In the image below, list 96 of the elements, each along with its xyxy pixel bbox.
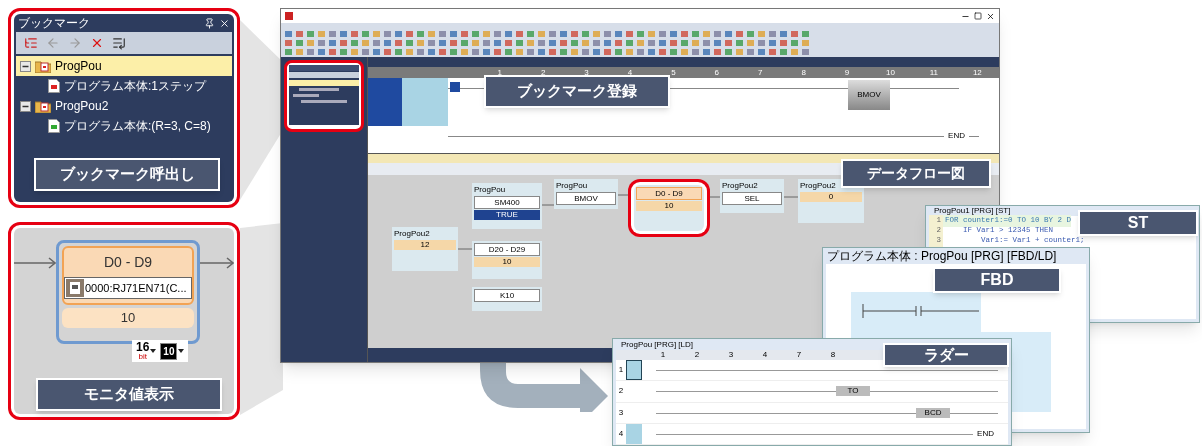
collapse-icon[interactable] [20, 100, 31, 112]
callout-label: ブックマーク登録 [484, 75, 670, 108]
node-title: D0 - D9 [103, 253, 153, 272]
bookmark-tree-drawing [289, 65, 359, 125]
ladder-cell [626, 360, 642, 381]
row-number: 3 [617, 406, 625, 419]
node-title: D0 - D9 [636, 187, 702, 200]
contact-icon [450, 82, 460, 92]
pin-icon[interactable] [204, 17, 215, 29]
window-title: ProgPou1 [PRG] [ST] [933, 206, 1012, 216]
column-header: 1 [659, 350, 667, 360]
close-icon[interactable] [219, 17, 230, 29]
column-header: 3 [727, 350, 735, 360]
collapse-icon[interactable] [20, 60, 31, 72]
row-number: 1 [617, 364, 625, 377]
dataflow-node[interactable]: ProgPou BMOV [554, 179, 618, 209]
row-number: 2 [617, 385, 625, 398]
node-group-label: ProgPou2 [800, 181, 837, 191]
connector-line [541, 204, 555, 206]
selected-cell [368, 78, 402, 126]
instruction-block: TO [836, 386, 870, 397]
window-title: プログラム本体 : ProgPou [PRG] [FBD/LD] [826, 248, 1058, 264]
callout-label: ブックマーク呼出し [34, 158, 220, 191]
node-group-label: ProgPou2 [394, 229, 431, 239]
row-number: 4 [617, 427, 625, 440]
callout-label: FBD [933, 267, 1061, 293]
column-header: 2 [693, 350, 701, 360]
dataflow-node[interactable]: ProgPou2 SEL [720, 179, 784, 213]
callout-label: ST [1078, 210, 1198, 236]
tree-item[interactable]: ProgPou2 [16, 96, 232, 116]
dataflow-node[interactable]: ProgPou2 0 [798, 179, 864, 223]
tree-icon[interactable] [24, 36, 38, 50]
close-icon[interactable] [986, 11, 995, 21]
panel-title: ブックマーク [18, 15, 91, 32]
column-header: 7 [795, 350, 803, 360]
node-value: 0 [800, 192, 862, 202]
node-title: SEL [722, 192, 782, 205]
column-header: 4 [626, 67, 634, 78]
dataflow-node[interactable]: D20 - D29 10 [472, 241, 542, 279]
row-header-cell [402, 78, 448, 126]
column-header: 1 [496, 67, 503, 78]
connector-line [457, 248, 473, 250]
dataflow-node[interactable]: ProgPou2 12 [392, 227, 458, 271]
maximize-icon[interactable] [974, 12, 982, 20]
column-header: 7 [757, 67, 764, 78]
node-title: K10 [474, 289, 540, 302]
node-value: 10 [636, 201, 702, 211]
node-group-label: ProgPou [474, 185, 507, 195]
node-title: D20 - D29 [474, 243, 540, 256]
column-header: 3 [583, 67, 590, 78]
column-header: 2 [539, 67, 547, 78]
dropdown-caret-icon [150, 349, 157, 353]
node-value: 12 [394, 240, 456, 250]
column-header: 4 [761, 350, 769, 360]
instruction-block: BMOV [848, 80, 890, 110]
instruction-block: BCD [916, 407, 950, 418]
column-header: 9 [843, 67, 851, 78]
column-header: 12 [971, 67, 983, 78]
node-title: SM400 [474, 196, 540, 209]
tree-item[interactable]: プログラム本体:1ステップ [14, 76, 234, 96]
tree-item[interactable]: ProgPou [16, 56, 232, 76]
document-icon [48, 119, 60, 133]
node-value: 10 [474, 257, 540, 267]
tree-item[interactable]: プログラム本体:(R=3, C=8) [14, 116, 234, 136]
column-header: 8 [800, 67, 807, 78]
connector-line [783, 196, 799, 198]
window-title: ProgPou [PRG] [LD] [620, 339, 695, 350]
folder-icon [35, 99, 51, 113]
column-header: 5 [670, 67, 677, 78]
dataflow-node[interactable]: K10 [472, 287, 542, 311]
node-group-label: ProgPou2 [722, 181, 759, 191]
column-header: 6 [713, 67, 721, 78]
callout-label: データフロー図 [841, 159, 991, 188]
callout-label: モニタ値表示 [36, 378, 222, 411]
format-selector[interactable]: 16 bit [136, 341, 157, 361]
node-title: BMOV [556, 192, 616, 205]
dropdown-caret-icon [178, 349, 185, 353]
column-header: 11 [928, 67, 940, 78]
dataflow-node[interactable]: ProgPou SM400 TRUE [472, 183, 542, 229]
column-header: 10 [885, 67, 896, 78]
folder-icon [35, 59, 51, 73]
node-group-label: ProgPou [556, 181, 589, 191]
node-value: 10 [62, 308, 194, 328]
list-icon[interactable] [112, 36, 126, 50]
flow-arrow-icon [200, 256, 234, 270]
flow-arrow-icon [14, 256, 56, 270]
ladder-cell [626, 423, 642, 444]
device-field[interactable]: 0000:RJ71EN71(C... [64, 277, 192, 299]
end-instruction: END [973, 428, 998, 439]
app-icon [285, 12, 293, 20]
node-value: TRUE [474, 210, 540, 220]
module-icon [65, 278, 85, 298]
document-icon [48, 79, 60, 93]
callout-label: ラダー [883, 343, 1009, 367]
column-header: 8 [829, 350, 837, 360]
delete-icon[interactable] [90, 36, 104, 50]
